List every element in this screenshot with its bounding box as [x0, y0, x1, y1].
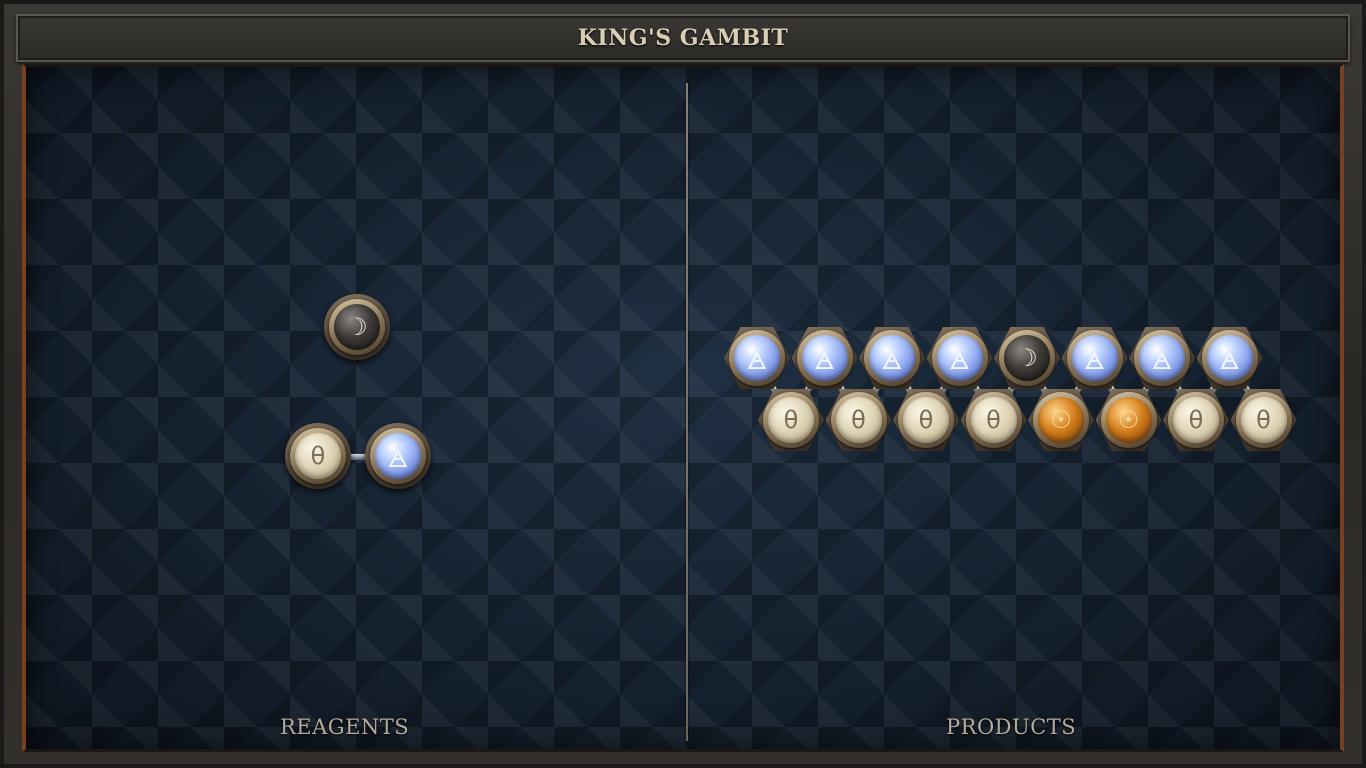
air-glyph-icon: 🜁 — [801, 335, 848, 381]
gold-glyph-icon: ☉ — [1038, 397, 1084, 443]
product-atom-air[interactable]: 🜁 — [1129, 325, 1195, 391]
product-atom-air[interactable]: 🜁 — [859, 325, 925, 391]
salt-glyph-icon: θ — [768, 397, 814, 443]
silver-glyph-icon: ☽ — [334, 304, 380, 350]
salt-glyph-icon: θ — [1240, 397, 1287, 443]
product-atom-salt[interactable]: θ — [893, 387, 959, 453]
salt-glyph-icon: θ — [295, 433, 341, 479]
product-atom-air[interactable]: 🜁 — [926, 325, 993, 391]
product-atom-air[interactable]: 🜁 — [1061, 325, 1128, 391]
board: REAGENTS PRODUCTS ☽ θ 🜁 🜁 🜁 🜁 🜁 ☽ 🜁 🜁 🜁 θ θ θ θ ☉ ☉ θ θ — [22, 64, 1344, 752]
air-glyph-icon: 🜁 — [869, 335, 915, 381]
reagents-label: REAGENTS — [280, 715, 410, 739]
salt-glyph-icon: θ — [970, 397, 1017, 443]
products-label: PRODUCTS — [946, 715, 1077, 739]
salt-glyph-icon: θ — [1173, 397, 1219, 443]
air-glyph-icon: 🜁 — [1206, 335, 1253, 381]
reagent-atom-salt[interactable]: θ — [285, 423, 351, 489]
product-atom-salt[interactable]: θ — [1163, 387, 1229, 453]
product-atom-silver[interactable]: ☽ — [994, 325, 1060, 391]
product-atom-air[interactable]: 🜁 — [791, 325, 858, 391]
product-atom-salt[interactable]: θ — [758, 387, 824, 453]
product-atom-gold[interactable]: ☉ — [1095, 387, 1162, 453]
air-glyph-icon: 🜁 — [1139, 335, 1185, 381]
reagent-atom-silver[interactable]: ☽ — [324, 294, 390, 360]
product-atom-air[interactable]: 🜁 — [724, 325, 790, 391]
product-atom-air[interactable]: 🜁 — [1196, 325, 1263, 391]
product-atom-salt[interactable]: θ — [825, 387, 892, 453]
product-atom-gold[interactable]: ☉ — [1028, 387, 1094, 453]
product-atom-salt[interactable]: θ — [960, 387, 1027, 453]
puzzle-title: KING'S GAMBIT — [577, 25, 789, 51]
panel-divider — [686, 83, 688, 741]
air-glyph-icon: 🜁 — [734, 335, 780, 381]
product-atom-salt[interactable]: θ — [1230, 387, 1297, 453]
salt-glyph-icon: θ — [835, 397, 882, 443]
title-bar: KING'S GAMBIT — [16, 14, 1350, 62]
silver-glyph-icon: ☽ — [1004, 335, 1050, 381]
reagent-atom-air[interactable]: 🜁 — [365, 423, 431, 489]
air-glyph-icon: 🜁 — [375, 433, 421, 479]
gold-glyph-icon: ☉ — [1105, 397, 1152, 443]
salt-glyph-icon: θ — [903, 397, 949, 443]
air-glyph-icon: 🜁 — [1071, 335, 1118, 381]
air-glyph-icon: 🜁 — [936, 335, 983, 381]
